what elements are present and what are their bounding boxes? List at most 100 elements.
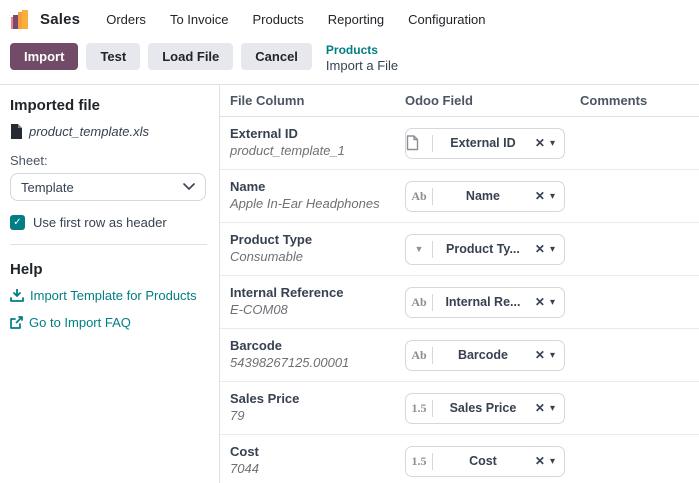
app-brand[interactable]: Sales — [10, 9, 80, 30]
dropdown-caret-icon[interactable]: ▾ — [550, 138, 555, 149]
first-row-checkbox-label: Use first row as header — [33, 215, 167, 231]
odoo-field-widget[interactable]: Ab Barcode ✕ ▾ — [405, 339, 565, 371]
breadcrumb: Products Import a File — [326, 43, 398, 74]
odoo-field-label: Name — [465, 189, 500, 204]
dropdown-caret-icon[interactable]: ▾ — [550, 244, 555, 255]
header-file-column: File Column — [230, 93, 305, 109]
file-column-label: External ID — [230, 126, 298, 142]
sales-app-icon — [10, 9, 31, 30]
file-column-label: Barcode — [230, 338, 283, 354]
clear-field-icon[interactable]: ✕ — [535, 136, 545, 150]
file-icon — [406, 135, 432, 151]
text-icon: Ab — [411, 188, 427, 203]
file-column-label: Sales Price — [230, 391, 300, 407]
app-name: Sales — [40, 10, 81, 28]
imported-file-heading: Imported file — [10, 97, 101, 115]
odoo-field-label: External ID — [450, 136, 516, 151]
file-column-cell: Sales Price 79 — [230, 391, 405, 425]
table-row: Barcode 54398267125.00001 Ab Barcode ✕ ▾ — [220, 329, 699, 383]
odoo-field-widget[interactable]: Ab Name ✕ ▾ — [405, 180, 565, 212]
test-button[interactable]: Test — [86, 43, 141, 70]
file-column-cell: Name Apple In-Ear Headphones — [230, 179, 405, 213]
file-column-sample-value: 79 — [230, 408, 245, 424]
odoo-field-label: Sales Price — [449, 401, 517, 416]
odoo-field-cell: 1.5 Cost ✕ ▾ — [405, 445, 580, 477]
import-template-link[interactable]: Import Template for Products — [10, 288, 207, 303]
table-header-row: File Column Odoo Field Comments — [220, 85, 699, 118]
number-icon: 1.5 — [411, 453, 427, 468]
import-button[interactable]: Import — [10, 43, 79, 70]
text-icon: Ab — [411, 347, 427, 362]
sheet-label: Sheet: — [10, 153, 48, 169]
file-column-cell: Product Type Consumable — [230, 232, 405, 266]
dropdown-caret-icon[interactable]: ▾ — [550, 350, 555, 361]
import-sidebar: Imported file product_template.xls Sheet… — [0, 85, 220, 483]
file-column-cell: Internal Reference E-COM08 — [230, 285, 405, 319]
file-column-label: Name — [230, 179, 266, 195]
nav-item-products[interactable]: Products — [252, 12, 303, 27]
file-column-sample-value: 54398267125.00001 — [230, 355, 350, 371]
odoo-field-widget[interactable]: ▼ Product Ty... ✕ ▾ — [405, 233, 565, 265]
sheet-select[interactable]: Template — [10, 173, 206, 202]
external-link-icon — [10, 316, 23, 330]
top-nav: Sales Orders To Invoice Products Reporti… — [0, 0, 699, 38]
dropdown-caret-icon[interactable]: ▾ — [550, 191, 555, 202]
dropdown-caret-icon[interactable]: ▾ — [550, 403, 555, 414]
clear-field-icon[interactable]: ✕ — [535, 242, 545, 256]
import-faq-link[interactable]: Go to Import FAQ — [10, 315, 207, 330]
nav-item-to-invoice[interactable]: To Invoice — [170, 12, 229, 27]
table-row: Product Type Consumable ▼ Product Ty... … — [220, 223, 699, 277]
file-column-label: Product Type — [230, 232, 313, 248]
odoo-field-cell: 1.5 Sales Price ✕ ▾ — [405, 392, 580, 424]
clear-field-icon[interactable]: ✕ — [535, 295, 545, 309]
sidebar-divider — [10, 244, 207, 246]
nav-item-configuration[interactable]: Configuration — [408, 12, 485, 27]
sheet-selected-value: Template — [21, 179, 74, 195]
odoo-field-widget[interactable]: 1.5 Sales Price ✕ ▾ — [405, 392, 565, 424]
nav-item-orders[interactable]: Orders — [106, 12, 146, 27]
odoo-field-cell: ▼ Product Ty... ✕ ▾ — [405, 233, 580, 265]
help-heading: Help — [10, 261, 43, 279]
first-row-header-option[interactable]: ✓ Use first row as header — [10, 215, 207, 231]
clear-field-icon[interactable]: ✕ — [535, 348, 545, 362]
odoo-field-label: Internal Re... — [445, 295, 521, 310]
file-column-cell: Barcode 54398267125.00001 — [230, 338, 405, 372]
table-row: Sales Price 79 1.5 Sales Price ✕ ▾ — [220, 382, 699, 436]
nav-item-reporting[interactable]: Reporting — [328, 12, 384, 27]
header-comments: Comments — [580, 93, 648, 109]
odoo-field-widget[interactable]: External ID ✕ ▾ — [405, 127, 565, 159]
file-column-sample-value: product_template_1 — [230, 143, 345, 159]
table-row: Cost 7044 1.5 Cost ✕ ▾ — [220, 435, 699, 483]
imported-file-name: product_template.xls — [29, 124, 149, 140]
load-file-button[interactable]: Load File — [148, 43, 234, 70]
dropdown-caret-icon[interactable]: ▾ — [550, 456, 555, 467]
number-icon: 1.5 — [411, 400, 427, 415]
clear-field-icon[interactable]: ✕ — [535, 401, 545, 415]
nav-menu: Orders To Invoice Products Reporting Con… — [106, 12, 485, 27]
imported-file-row: product_template.xls — [10, 124, 207, 140]
cancel-button[interactable]: Cancel — [241, 43, 312, 70]
breadcrumb-products-link[interactable]: Products — [326, 43, 398, 58]
odoo-field-cell: Ab Barcode ✕ ▾ — [405, 339, 580, 371]
table-row: Internal Reference E-COM08 Ab Internal R… — [220, 276, 699, 330]
odoo-field-label: Product Ty... — [446, 242, 520, 257]
mapping-table: File Column Odoo Field Comments External… — [220, 85, 699, 483]
breadcrumb-current: Import a File — [325, 58, 399, 73]
dropdown-caret-icon[interactable]: ▾ — [550, 297, 555, 308]
button-group: Import Test Load File Cancel — [10, 43, 312, 70]
odoo-field-widget[interactable]: 1.5 Cost ✕ ▾ — [405, 445, 565, 477]
odoo-field-cell: External ID ✕ ▾ — [405, 127, 580, 159]
file-column-sample-value: E-COM08 — [230, 302, 288, 318]
import-faq-link-label: Go to Import FAQ — [29, 315, 131, 331]
odoo-field-label: Barcode — [457, 348, 508, 363]
odoo-field-cell: Ab Name ✕ ▾ — [405, 180, 580, 212]
file-column-sample-value: 7044 — [230, 461, 259, 477]
odoo-field-widget[interactable]: Ab Internal Re... ✕ ▾ — [405, 286, 565, 318]
file-column-sample-value: Apple In-Ear Headphones — [230, 196, 380, 212]
clear-field-icon[interactable]: ✕ — [535, 189, 545, 203]
clear-field-icon[interactable]: ✕ — [535, 454, 545, 468]
first-row-checkbox[interactable]: ✓ — [10, 215, 25, 231]
import-template-link-label: Import Template for Products — [30, 288, 197, 304]
header-odoo-field: Odoo Field — [405, 93, 473, 109]
file-column-label: Internal Reference — [230, 285, 344, 301]
